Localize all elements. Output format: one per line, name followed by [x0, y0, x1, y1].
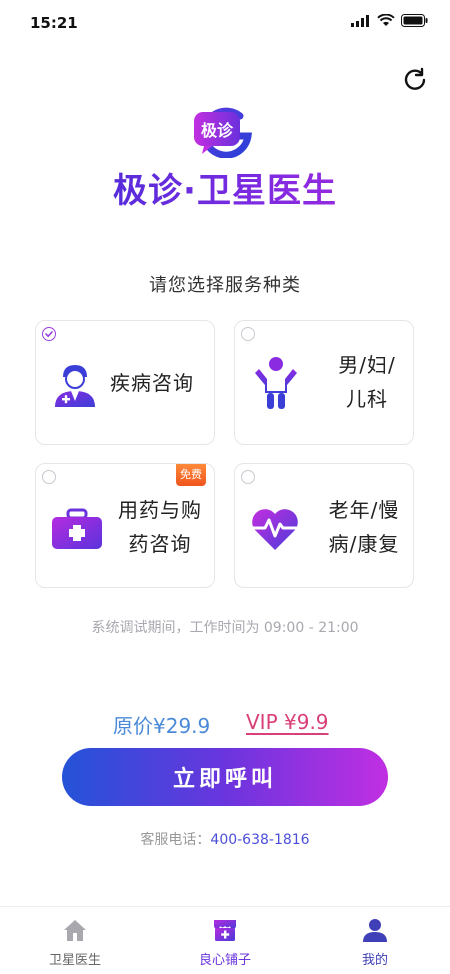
service-card-family[interactable]: 男/妇/ 儿科 — [234, 320, 414, 445]
refresh-icon — [404, 67, 426, 90]
hotline-label: 客服电话： — [140, 832, 211, 848]
battery-icon — [401, 14, 428, 27]
home-icon — [64, 920, 86, 941]
app-title: 极诊·卫星医生 — [0, 163, 450, 212]
hotline-number[interactable]: 400-638-1816 — [210, 832, 309, 848]
status-bar: 15:21 — [0, 0, 450, 44]
service-label-line2: 药咨询 — [128, 532, 192, 556]
service-card-disease[interactable]: 疾病咨询 — [35, 320, 215, 445]
working-hours-notice: 系统调试期间，工作时间为 09:00 - 21:00 — [91, 620, 359, 636]
status-icons — [351, 14, 428, 27]
service-label-line2: 病/康复 — [328, 532, 400, 556]
call-now-button[interactable]: 立即呼叫 — [62, 748, 388, 806]
doctor-icon — [55, 365, 95, 407]
bottom-tab-bar: 卫星医生 良心铺子 我的 — [0, 906, 450, 974]
radio-selected[interactable] — [42, 327, 56, 341]
original-price: 原价¥29.9 — [113, 714, 211, 738]
service-prompt: 请您选择服务种类 — [149, 275, 301, 296]
logo-text: 极诊 — [201, 121, 234, 140]
medkit-icon — [52, 508, 102, 549]
wifi-icon — [377, 14, 395, 26]
free-badge: 免费 — [176, 464, 206, 486]
service-label-line1: 男/妇/ — [338, 353, 396, 377]
price-row: 原价¥29.9 VIP ¥9.9 — [0, 710, 450, 740]
radio-unselected[interactable] — [241, 327, 255, 341]
status-time: 15:21 — [30, 14, 78, 32]
tab-satellite-doctor[interactable]: 卫星医生 — [0, 907, 150, 974]
service-label-line1: 用药与购 — [118, 498, 202, 522]
tab-label: 良心铺子 — [198, 953, 251, 968]
heart-icon — [251, 509, 299, 550]
service-label-line2: 儿科 — [346, 387, 388, 411]
radio-unselected[interactable] — [241, 470, 255, 484]
tab-label: 我的 — [361, 953, 388, 968]
service-label-line1: 老年/慢 — [328, 498, 400, 522]
refresh-button[interactable] — [400, 64, 430, 94]
user-icon — [363, 919, 387, 942]
shop-icon — [214, 920, 236, 941]
vip-price-link[interactable]: VIP ¥9.9 — [246, 710, 329, 734]
signal-icon — [351, 14, 369, 27]
tab-label: 卫星医生 — [48, 953, 101, 968]
service-label: 疾病咨询 — [110, 371, 194, 395]
check-icon — [45, 331, 53, 338]
service-card-medication[interactable]: 免费 用药与购 药咨询 — [35, 463, 215, 588]
tab-shop[interactable]: 良心铺子 — [150, 907, 300, 974]
app-logo: 极诊 — [190, 106, 260, 159]
child-icon — [255, 357, 297, 409]
customer-service-hotline: 客服电话：400-638-1816 — [0, 829, 450, 849]
tab-mine[interactable]: 我的 — [300, 907, 450, 974]
service-card-elderly[interactable]: 老年/慢 病/康复 — [234, 463, 414, 588]
radio-unselected[interactable] — [42, 470, 56, 484]
